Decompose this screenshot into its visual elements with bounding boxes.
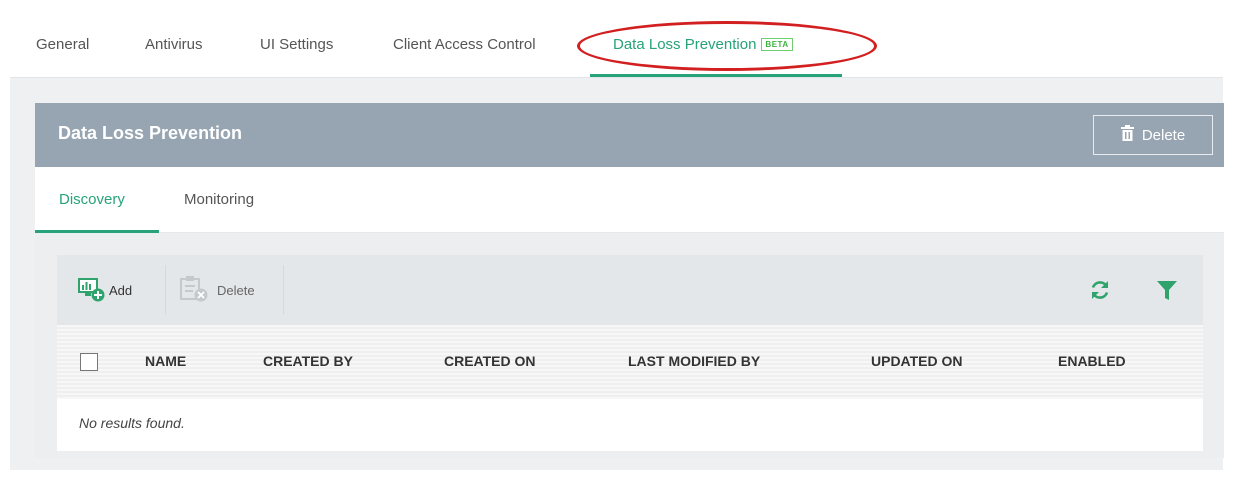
tab-client-access-control[interactable]: Client Access Control	[393, 36, 536, 56]
tab-data-loss-prevention-label: Data Loss Prevention	[613, 36, 757, 53]
tab-ui-settings[interactable]: UI Settings	[260, 36, 333, 56]
delete-clipboard-icon	[179, 275, 213, 306]
column-header-name[interactable]: NAME	[145, 353, 186, 369]
active-tab-indicator	[590, 74, 842, 77]
panel-header: Data Loss Prevention Delete	[35, 103, 1224, 167]
column-header-last-modified-by[interactable]: LAST MODIFIED BY	[628, 353, 760, 369]
add-button[interactable]: Add	[77, 275, 132, 305]
filter-icon[interactable]	[1154, 277, 1180, 303]
column-header-created-on[interactable]: CREATED ON	[444, 353, 536, 369]
select-all-checkbox[interactable]	[80, 353, 98, 371]
tab-general[interactable]: General	[36, 36, 89, 56]
add-monitor-icon	[77, 276, 105, 305]
toolbar-divider	[283, 265, 284, 315]
subtab-discovery[interactable]: Discovery	[59, 191, 125, 208]
tab-antivirus[interactable]: Antivirus	[145, 36, 203, 56]
table-header: NAME CREATED BY CREATED ON LAST MODIFIED…	[57, 325, 1203, 399]
header-delete-label: Delete	[1141, 126, 1186, 144]
subtab-monitoring[interactable]: Monitoring	[184, 191, 254, 208]
empty-results-message: No results found.	[79, 415, 185, 431]
profile-editor: General Antivirus UI Settings Client Acc…	[10, 10, 1224, 470]
table-body: No results found.	[57, 399, 1203, 451]
refresh-icon[interactable]	[1087, 277, 1113, 303]
delete-label: Delete	[217, 282, 255, 298]
subtab-bar: Discovery Monitoring	[35, 167, 1224, 233]
table-toolbar: Add Delete	[57, 255, 1203, 325]
header-delete-button[interactable]: Delete	[1093, 115, 1213, 155]
beta-badge: BETA	[761, 38, 793, 51]
column-header-enabled[interactable]: ENABLED	[1058, 353, 1126, 369]
delete-button[interactable]: Delete	[179, 275, 255, 305]
panel-title: Data Loss Prevention	[58, 123, 243, 143]
section-tabbar: General Antivirus UI Settings Client Acc…	[10, 10, 1223, 78]
dlp-panel: Data Loss Prevention Delete Discovery Mo…	[35, 103, 1224, 458]
tab-data-loss-prevention[interactable]: Data Loss Prevention BETA	[613, 36, 793, 56]
column-header-created-by[interactable]: CREATED BY	[263, 353, 353, 369]
column-header-updated-on[interactable]: UPDATED ON	[871, 353, 963, 369]
toolbar-divider	[165, 265, 166, 315]
add-label: Add	[109, 282, 133, 298]
trash-icon	[1120, 125, 1134, 145]
active-subtab-indicator	[35, 230, 159, 233]
